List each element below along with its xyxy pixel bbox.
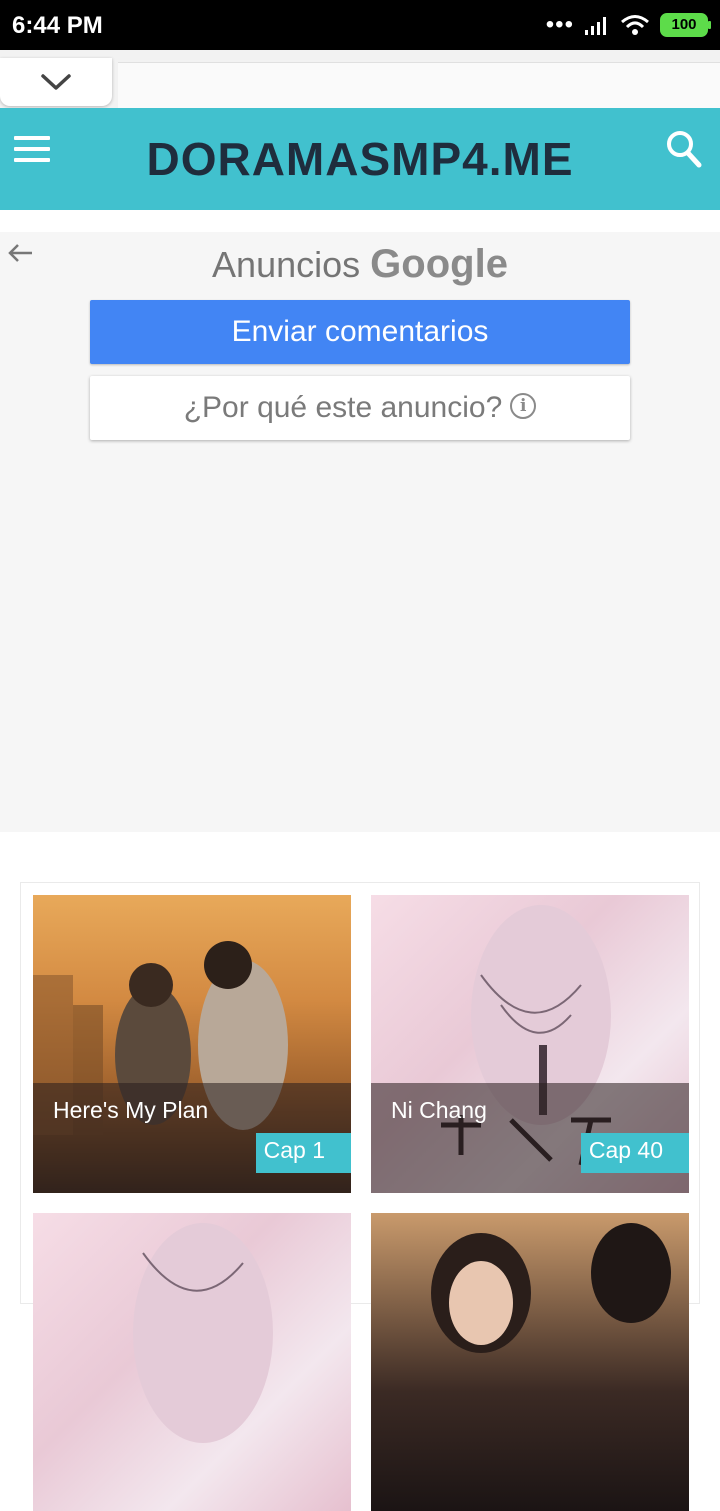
more-dots-icon: ••• <box>545 11 574 38</box>
send-feedback-button[interactable]: Enviar comentarios <box>90 300 630 364</box>
status-bar: 6:44 PM ••• 100 <box>0 0 720 50</box>
why-this-ad-button[interactable]: ¿Por qué este anuncio? i <box>90 376 630 440</box>
status-time: 6:44 PM <box>12 12 103 39</box>
info-icon: i <box>510 393 537 420</box>
signal-icon <box>585 17 606 35</box>
status-icons: ••• 100 <box>545 11 711 38</box>
wifi-icon <box>621 15 649 35</box>
drama-card[interactable]: Ni Chang Cap 40 <box>371 895 689 1193</box>
card-title: Ni Chang <box>391 1097 487 1123</box>
ad-label: Anuncios Google <box>0 242 720 287</box>
episode-badge: Cap 1 <box>255 1133 351 1173</box>
drama-card[interactable] <box>371 1213 689 1511</box>
ad-label-prefix: Anuncios <box>212 244 361 285</box>
drama-card[interactable]: Here's My Plan Cap 1 <box>33 895 351 1193</box>
poster-image <box>133 1223 273 1443</box>
card-title: Here's My Plan <box>53 1097 209 1123</box>
poster-image <box>431 1223 671 1353</box>
search-icon[interactable] <box>664 128 704 172</box>
drama-card[interactable] <box>33 1213 351 1511</box>
episode-badge: Cap 40 <box>580 1133 689 1173</box>
drama-grid: Here's My Plan Cap 1 Ni Chang Cap 40 <box>20 882 700 1511</box>
site-title[interactable]: DORAMASMP4.ME <box>0 132 720 186</box>
google-logo: Google <box>370 242 508 286</box>
google-ad-panel: Anuncios Google Enviar comentarios ¿Por … <box>0 232 720 832</box>
why-this-ad-label: ¿Por qué este anuncio? <box>183 391 503 424</box>
collapse-toolbar-button[interactable] <box>0 58 112 106</box>
chevron-down-icon <box>41 74 71 90</box>
battery-indicator: 100 <box>660 13 711 37</box>
site-header: DORAMASMP4.ME <box>0 108 720 210</box>
browser-url-area[interactable] <box>118 62 720 109</box>
